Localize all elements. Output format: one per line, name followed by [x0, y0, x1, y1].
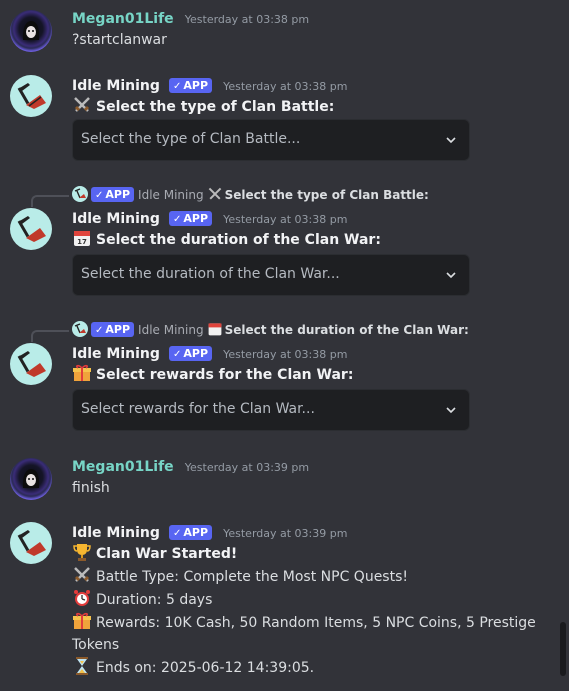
scrollbar[interactable] [560, 622, 566, 676]
reply-avatar [72, 321, 88, 337]
message-user-1: Megan01Life Yesterday at 03:38 pm ?start… [0, 8, 569, 58]
username[interactable]: Megan01Life [72, 459, 174, 475]
message-heading: 17 Select the duration of the Clan War: [72, 228, 559, 251]
message-text: finish [72, 480, 110, 496]
message-heading: Select rewards for the Clan War: [72, 363, 559, 386]
ends-on-line: Ends on: 2025-06-12 14:39:05. [72, 656, 559, 679]
message-bot-2: ✓ APP Idle Mining Select the type of Clan B… [0, 186, 569, 301]
bot-avatar[interactable] [10, 343, 52, 385]
duration-line: Duration: 5 days [72, 588, 559, 611]
reply-username: Idle Mining [138, 323, 204, 337]
gift-icon [73, 364, 91, 381]
timestamp: Yesterday at 03:38 pm [184, 13, 310, 26]
svg-text:17: 17 [77, 238, 87, 246]
bot-avatar[interactable] [10, 75, 52, 117]
rewards-line: Rewards: 10K Cash, 50 Random Items, 5 NP… [72, 611, 559, 634]
user-avatar[interactable] [10, 10, 52, 52]
reply-username: Idle Mining [138, 188, 204, 202]
timestamp: Yesterday at 03:38 pm [223, 348, 348, 361]
bot-avatar[interactable] [10, 208, 52, 250]
app-badge: ✓ APP [168, 525, 213, 540]
select-placeholder: Select the type of Clan Battle... [81, 131, 301, 147]
crossed-swords-icon [74, 97, 90, 112]
message-bot-3: ✓ APP Idle Mining Select the duration of th… [0, 321, 569, 436]
rewards-line-continued: Tokens [72, 637, 120, 653]
select-placeholder: Select the duration of the Clan War... [81, 266, 340, 282]
reply-avatar [72, 186, 88, 202]
message-bot-1: Idle Mining ✓ APP Yesterday at 03:38 pm S… [0, 75, 569, 170]
reply-spine [31, 195, 69, 207]
alarm-clock-icon [74, 590, 90, 606]
message-user-2: Megan01Life Yesterday at 03:39 pm finish [0, 456, 569, 506]
message-heading: Clan War Started! [72, 542, 559, 565]
username[interactable]: Idle Mining [72, 78, 160, 94]
reply-spine [31, 330, 69, 342]
app-badge: ✓ APP [168, 78, 213, 93]
timestamp: Yesterday at 03:39 pm [223, 527, 348, 540]
trophy-icon [73, 544, 91, 561]
rewards-select-dropdown[interactable]: Select rewards for the Clan War... [72, 389, 470, 431]
app-badge: ✓ APP [91, 187, 135, 202]
select-placeholder: Select rewards for the Clan War... [81, 401, 315, 417]
username[interactable]: Idle Mining [72, 346, 160, 362]
message-text: ?startclanwar [72, 32, 167, 48]
reply-reference[interactable]: ✓ APP Idle Mining Select the type of Clan B… [72, 186, 429, 204]
app-badge: ✓ APP [91, 322, 135, 337]
calendar-icon [208, 323, 221, 336]
message-bot-4: Idle Mining ✓ APP Yesterday at 03:39 pm C… [0, 522, 569, 682]
reply-reference[interactable]: ✓ APP Idle Mining Select the duration of th… [72, 321, 469, 339]
app-badge: ✓ APP [168, 211, 213, 226]
username[interactable]: Idle Mining [72, 525, 160, 541]
timestamp: Yesterday at 03:38 pm [223, 213, 348, 226]
chevron-down-icon [446, 137, 456, 144]
duration-select-dropdown[interactable]: Select the duration of the Clan War... [72, 254, 470, 296]
bot-avatar[interactable] [10, 522, 52, 564]
app-badge: ✓ APP [168, 346, 213, 361]
crossed-swords-icon [208, 187, 221, 200]
crossed-swords-icon [74, 567, 90, 582]
battle-type-line: Battle Type: Complete the Most NPC Quest… [72, 565, 559, 588]
username[interactable]: Idle Mining [72, 211, 160, 227]
chevron-down-icon [446, 407, 456, 414]
username[interactable]: Megan01Life [72, 11, 174, 27]
type-select-dropdown[interactable]: Select the type of Clan Battle... [72, 119, 470, 161]
user-avatar[interactable] [10, 458, 52, 500]
reply-text: Select the duration of the Clan War: [224, 323, 469, 337]
message-heading: Select the type of Clan Battle: [72, 95, 559, 118]
hourglass-icon [76, 657, 88, 675]
calendar-icon: 17 [74, 231, 90, 246]
gift-icon [73, 612, 91, 629]
chevron-down-icon [446, 272, 456, 279]
timestamp: Yesterday at 03:38 pm [223, 80, 348, 93]
reply-text: Select the type of Clan Battle: [224, 188, 429, 202]
timestamp: Yesterday at 03:39 pm [184, 461, 310, 474]
